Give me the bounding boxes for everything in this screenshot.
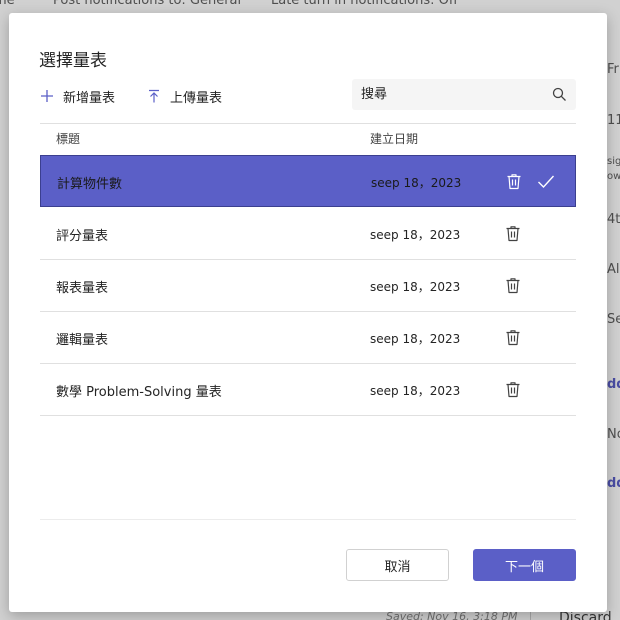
rubric-row[interactable]: 評分量表 seep 18，2023 — [40, 208, 576, 260]
rubric-title: 評分量表 — [56, 229, 109, 244]
trash-icon[interactable] — [505, 277, 521, 294]
rubric-title: 邏輯量表 — [56, 333, 109, 348]
rubric-row[interactable]: 計算物件數 seep 18，2023 — [40, 155, 576, 207]
cancel-button[interactable]: 取消 — [346, 549, 449, 581]
upload-rubric-button[interactable]: 上傳量表 — [147, 85, 222, 107]
upload-icon — [149, 89, 159, 103]
table-header-divider — [40, 123, 576, 124]
trash-icon[interactable] — [505, 329, 521, 346]
rubric-title: 計算物件數 — [57, 177, 123, 192]
rubric-date: seep 18，2023 — [371, 176, 462, 190]
rubric-date: seep 18，2023 — [370, 280, 461, 294]
trash-icon[interactable] — [505, 225, 521, 242]
checkmark-icon — [538, 175, 555, 189]
column-header-title: 標題 — [56, 132, 81, 146]
footer-divider — [40, 519, 576, 520]
upload-rubric-label: 上傳量表 — [170, 90, 223, 106]
column-header-date: 建立日期 — [370, 132, 419, 146]
plus-icon — [41, 90, 53, 102]
search-box — [352, 79, 576, 110]
rubric-title: 數學 Problem-Solving 量表 — [56, 385, 222, 400]
select-rubric-dialog: 選擇量表 新增量表 上傳量表 標題 建立日期 計算物件數 seep 18，202… — [9, 13, 607, 612]
trash-icon[interactable] — [506, 173, 522, 190]
search-icon[interactable] — [552, 87, 567, 102]
rubric-date: seep 18，2023 — [370, 384, 461, 398]
new-rubric-label: 新增量表 — [63, 90, 116, 106]
dialog-title: 選擇量表 — [39, 51, 107, 71]
new-rubric-button[interactable]: 新增量表 — [40, 85, 115, 107]
next-button[interactable]: 下一個 — [473, 549, 576, 581]
rubric-date: seep 18，2023 — [370, 332, 461, 346]
rubric-date: seep 18，2023 — [370, 228, 461, 242]
rubric-title: 報表量表 — [56, 281, 109, 296]
rubric-row[interactable]: 數學 Problem-Solving 量表 seep 18，2023 — [40, 364, 576, 416]
trash-icon[interactable] — [505, 381, 521, 398]
search-input[interactable] — [361, 79, 541, 110]
rubric-row[interactable]: 邏輯量表 seep 18，2023 — [40, 312, 576, 364]
rubric-row[interactable]: 報表量表 seep 18，2023 — [40, 260, 576, 312]
